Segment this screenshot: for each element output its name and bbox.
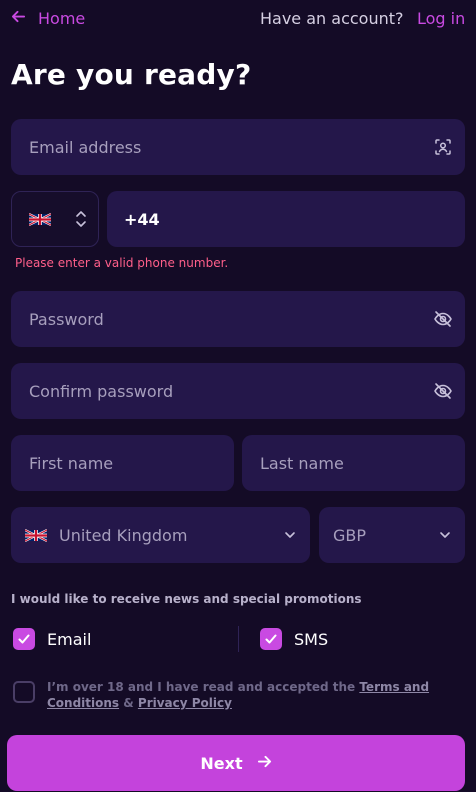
confirm-password-field-container [11,363,465,419]
arrow-right-icon [257,754,272,773]
next-label: Next [200,753,243,773]
email-promo-checkbox[interactable]: Email [13,628,91,650]
email-field-container [11,119,465,175]
email-promo-label: Email [47,629,92,649]
eye-off-icon[interactable] [433,381,453,401]
top-bar: Home Have an account? Log in [0,0,476,38]
promotions-text: I would like to receive news and special… [11,592,362,606]
currency-select[interactable]: GBP [319,507,465,563]
country-select-value: United Kingdom [59,525,188,545]
checkbox-checked-icon [260,628,282,650]
confirm-password-field[interactable] [11,363,465,419]
phone-error-message: Please enter a valid phone number. [15,256,229,270]
terms-text: I’m over 18 and I have read and accepted… [47,679,447,711]
have-account-text: Have an account? [260,9,404,28]
password-field[interactable] [11,291,465,347]
sms-promo-label: SMS [294,629,329,649]
gb-flag-icon [25,528,47,543]
chevron-down-icon [439,531,451,539]
gb-flag-icon [29,212,51,227]
page-title: Are you ready? [11,58,252,91]
chevron-down-icon [284,531,296,539]
home-back-link[interactable]: Home [11,6,85,30]
password-field-container [11,291,465,347]
terms-joiner: & [119,696,138,710]
email-field[interactable] [11,119,465,175]
first-name-field-container [11,435,234,491]
phone-field-container: +44 [107,191,465,247]
country-select[interactable]: United Kingdom [11,507,310,563]
login-link[interactable]: Log in [417,9,465,28]
last-name-field-container [242,435,465,491]
divider [238,626,239,652]
terms-checkbox[interactable] [13,681,35,703]
checkbox-unchecked-icon [13,681,35,703]
last-name-field[interactable] [242,435,465,491]
privacy-link[interactable]: Privacy Policy [138,696,232,710]
first-name-field[interactable] [11,435,234,491]
contact-scan-icon[interactable] [433,137,453,157]
chevron-updown-icon [75,210,87,228]
currency-select-value: GBP [333,525,367,545]
next-button[interactable]: Next [7,735,465,791]
phone-input[interactable]: +44 [107,210,160,229]
sms-promo-checkbox[interactable]: SMS [260,628,328,650]
arrow-left-icon [11,9,26,28]
terms-prefix: I’m over 18 and I have read and accepted… [47,680,360,694]
checkbox-checked-icon [13,628,35,650]
eye-off-icon[interactable] [433,309,453,329]
phone-country-select[interactable] [11,191,99,247]
home-label: Home [38,8,86,28]
